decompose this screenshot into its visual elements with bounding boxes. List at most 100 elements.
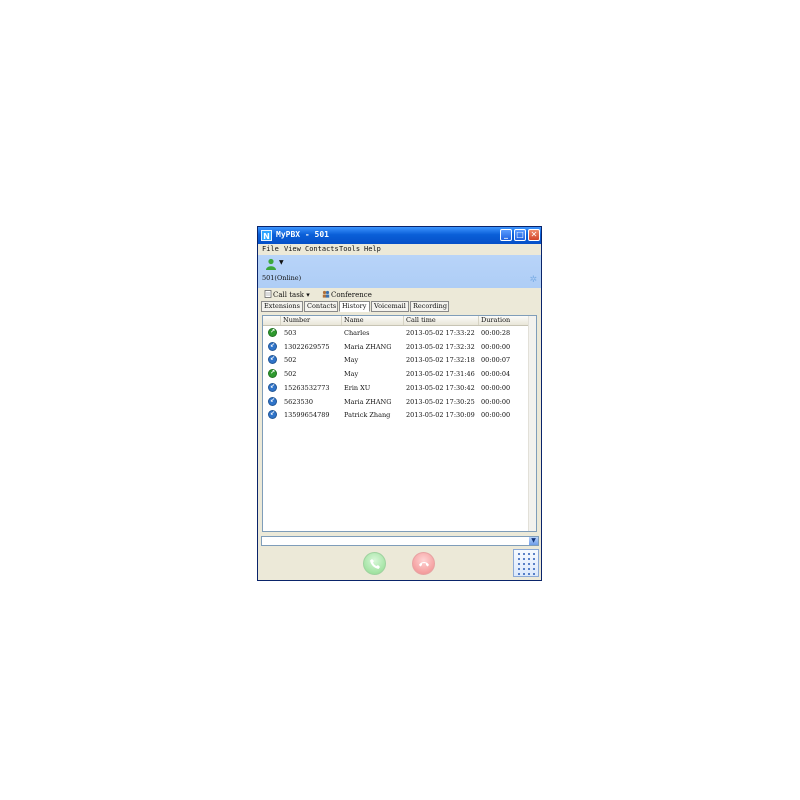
keypad-dot — [518, 573, 520, 575]
status-dropdown-icon[interactable]: ▼ — [279, 259, 284, 266]
settings-gear-icon[interactable]: ✲ — [529, 275, 537, 285]
call-direction-arrow-icon: ↙ — [269, 410, 276, 418]
number-cell: 5623530 — [284, 397, 313, 406]
keypad-dot — [528, 558, 530, 560]
tab-history[interactable]: History — [339, 301, 370, 312]
toolbar: Call task ▾ Conference — [258, 288, 541, 300]
number-cell: 15263532773 — [284, 383, 330, 392]
phone-answer-icon — [369, 559, 380, 569]
duration-cell: 00:00:07 — [481, 356, 511, 365]
call-direction-arrow-icon: ↙ — [269, 341, 276, 349]
call-task-button[interactable]: Call task ▾ — [264, 290, 310, 299]
keypad-dot — [533, 558, 535, 560]
window-title: MyPBX - 501 — [276, 230, 329, 239]
name-cell: May — [344, 356, 359, 365]
name-cell: Charles — [344, 329, 370, 337]
name-cell: Maria ZHANG — [344, 397, 392, 406]
call-time-cell: 2013-05-02 17:31:46 — [406, 370, 475, 379]
list-header: Number Name Call time Duration — [263, 316, 529, 326]
keypad-dot — [533, 563, 535, 565]
hangup-button[interactable] — [412, 552, 435, 575]
table-row[interactable]: ↙ 502 May 2013-05-02 17:32:18 00:00:07 — [263, 353, 529, 366]
menu-file[interactable]: File — [262, 245, 279, 253]
menu-bar: File View Contacts Tools Help — [258, 244, 541, 255]
header-icon-column — [263, 316, 280, 325]
table-row[interactable]: ↙ 13022629575 Maria ZHANG 2013-05-02 17:32:… — [263, 340, 529, 353]
table-row[interactable]: ↙ 5623530 Maria ZHANG 2013-05-02 17:30:25 00… — [263, 395, 529, 408]
maximize-button[interactable]: □ — [514, 229, 526, 241]
phone-hangup-icon — [418, 562, 429, 567]
name-cell: May — [344, 370, 359, 379]
keypad-dot — [523, 553, 525, 555]
vertical-scrollbar[interactable] — [528, 316, 536, 531]
conference-button[interactable]: Conference — [322, 290, 372, 299]
call-direction-arrow-icon: ↙ — [269, 396, 276, 404]
keypad-dot — [523, 573, 525, 575]
header-duration[interactable]: Duration — [478, 316, 529, 325]
number-cell: 503 — [284, 329, 297, 337]
document-icon — [264, 290, 272, 298]
call-time-cell: 2013-05-02 17:30:25 — [406, 397, 475, 406]
number-cell: 502 — [284, 370, 297, 379]
table-row[interactable]: ↗ 503 Charles 2013-05-02 17:33:22 00:00:28 — [263, 326, 529, 339]
history-list: Number Name Call time Duration ↗ 503 Charl… — [262, 315, 537, 532]
incoming-call-icon: ↙ — [268, 382, 277, 392]
dial-history-dropdown-icon[interactable]: ▼ — [529, 537, 538, 545]
menu-tools[interactable]: Tools — [339, 245, 360, 253]
dialpad-grid-icon[interactable] — [513, 549, 539, 577]
call-direction-arrow-icon: ↗ — [269, 328, 276, 335]
table-row[interactable]: ↙ 15263532773 Erin XU 2013-05-02 17:30:42 00… — [263, 381, 529, 394]
duration-cell: 00:00:00 — [481, 383, 511, 392]
duration-cell: 00:00:28 — [481, 329, 511, 337]
conference-label: Conference — [331, 291, 372, 299]
call-direction-arrow-icon: ↙ — [269, 355, 276, 363]
menu-contacts[interactable]: Contacts — [305, 245, 339, 253]
keypad-dot — [528, 563, 530, 565]
tab-extensions[interactable]: Extensions — [261, 301, 303, 312]
app-logo-icon: N — [261, 230, 272, 241]
duration-cell: 00:00:04 — [481, 370, 511, 379]
call-time-cell: 2013-05-02 17:32:18 — [406, 356, 475, 365]
keypad-dot — [533, 553, 535, 555]
keypad-dot — [528, 568, 530, 570]
keypad-dot — [518, 568, 520, 570]
header-call-time[interactable]: Call time — [403, 316, 478, 325]
minimize-button[interactable]: _ — [500, 229, 512, 241]
duration-cell: 00:00:00 — [481, 411, 511, 420]
tab-voicemail[interactable]: Voicemail — [371, 301, 409, 312]
table-row[interactable]: ↙ 13599654789 Patrick Zhang 2013-05-02 17:3… — [263, 408, 529, 421]
duration-cell: 00:00:00 — [481, 342, 511, 351]
title-bar[interactable]: N MyPBX - 501 _ □ ✕ — [258, 227, 541, 244]
menu-help[interactable]: Help — [364, 245, 381, 253]
table-row[interactable]: ↗ 502 May 2013-05-02 17:31:46 00:00:04 — [263, 367, 529, 380]
incoming-call-icon: ↙ — [268, 410, 277, 420]
keypad-dot — [528, 573, 530, 575]
call-task-label: Call task — [273, 291, 305, 299]
call-time-cell: 2013-05-02 17:33:22 — [406, 329, 475, 337]
mypbx-window: N MyPBX - 501 _ □ ✕ File View Contacts T… — [257, 226, 542, 581]
menu-view[interactable]: View — [284, 245, 301, 253]
dial-number-input[interactable]: ▼ — [261, 536, 539, 546]
keypad-dot — [518, 553, 520, 555]
tab-contacts[interactable]: Contacts — [304, 301, 338, 312]
keypad-dot — [518, 563, 520, 565]
conference-icon — [322, 290, 330, 298]
header-name[interactable]: Name — [341, 316, 403, 325]
outgoing-call-icon: ↗ — [268, 328, 277, 337]
keypad-dot — [528, 553, 530, 555]
name-cell: Patrick Zhang — [344, 411, 391, 420]
close-button[interactable]: ✕ — [528, 229, 540, 241]
incoming-call-icon: ↙ — [268, 341, 277, 351]
keypad-dot — [523, 568, 525, 570]
call-button[interactable] — [363, 552, 386, 575]
call-controls — [258, 547, 541, 580]
incoming-call-icon: ↙ — [268, 355, 277, 365]
header-number[interactable]: Number — [280, 316, 341, 325]
name-cell: Erin XU — [344, 383, 371, 392]
user-icon[interactable] — [265, 258, 277, 270]
outgoing-call-icon: ↗ — [268, 369, 277, 379]
call-time-cell: 2013-05-02 17:30:42 — [406, 383, 475, 392]
tab-recording[interactable]: Recording — [410, 301, 449, 312]
keypad-dot — [518, 558, 520, 560]
number-cell: 13022629575 — [284, 342, 330, 351]
